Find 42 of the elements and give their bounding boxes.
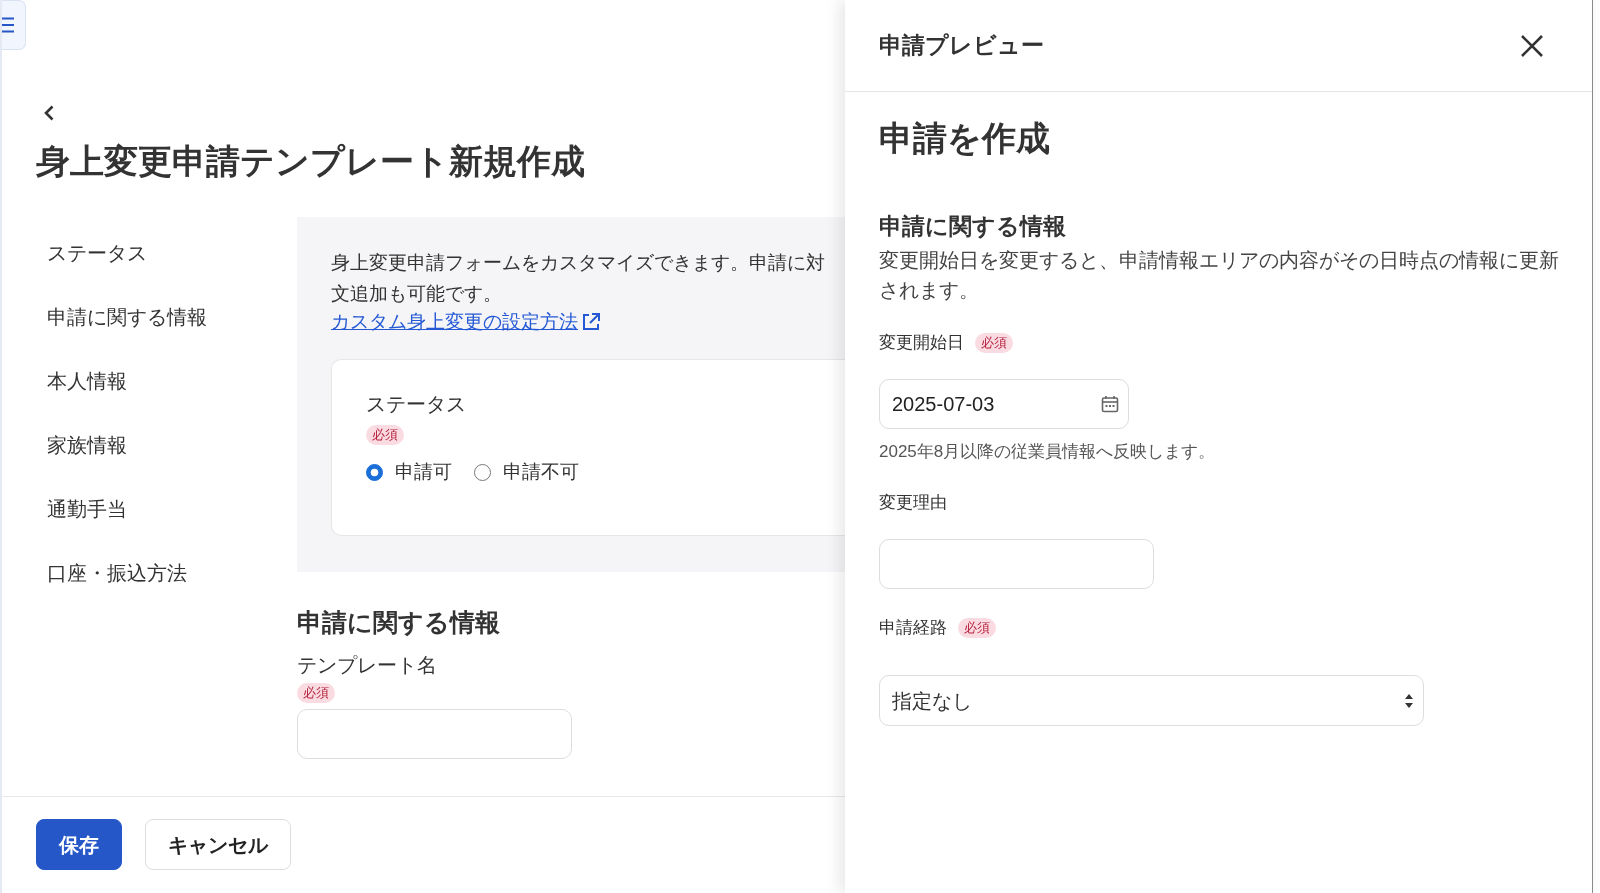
help-link[interactable]: カスタム身上変更の設定方法 <box>331 309 601 335</box>
text-field[interactable] <box>879 539 1154 589</box>
radio-button[interactable] <box>474 463 491 481</box>
drawer-title: 申請プレビュー <box>879 32 1044 59</box>
help-text: 2025年8月以降の従業員情報へ反映します。 <box>879 441 1217 463</box>
required-badge: 必須 <box>297 683 335 703</box>
close-button[interactable] <box>1520 33 1544 58</box>
intro-text: 身上変更申請フォームをカスタマイズできます。申請に対 文追加も可能です。 <box>331 251 826 306</box>
field-label: テンプレート名 <box>297 653 438 678</box>
sidebar-item[interactable]: 本人情報 <box>47 349 127 413</box>
sidebar-item[interactable]: 家族情報 <box>47 413 127 477</box>
cancel-button[interactable]: キャンセル <box>145 819 291 870</box>
radio-label[interactable]: 申請可 <box>395 459 452 485</box>
text-field[interactable] <box>297 709 572 759</box>
save-button[interactable]: 保存 <box>36 819 122 870</box>
required-badge: 必須 <box>366 425 404 445</box>
route-select[interactable]: 指定なし <box>879 675 1424 726</box>
page-title: 身上変更申請テンプレート新規作成 <box>36 141 586 181</box>
sidebar-item[interactable]: 通勤手当 <box>47 477 127 541</box>
section-heading: 申請に関する情報 <box>297 607 501 638</box>
sidebar-item[interactable]: 口座・振込方法 <box>47 541 187 605</box>
close-icon <box>1520 33 1544 58</box>
section-description: 変更開始日を変更すると、申請情報エリアの内容がその日時点の情報に更新されます。 <box>879 248 1560 303</box>
field-label: ステータス <box>366 392 467 417</box>
field-label: 申請経路 <box>879 617 947 639</box>
radio-button[interactable] <box>366 463 383 481</box>
section-heading: 申請に関する情報 <box>879 213 1067 241</box>
sort-arrows-icon <box>1405 693 1413 708</box>
sidebar-item[interactable]: 申請に関する情報 <box>47 285 207 349</box>
external-link-icon <box>581 312 601 332</box>
calendar-icon <box>1101 395 1119 413</box>
sidebar-item[interactable]: ステータス <box>47 221 147 285</box>
menu-button[interactable] <box>2 0 26 50</box>
chevron-left-icon <box>44 104 54 121</box>
date-field[interactable]: 2025-07-03 <box>879 379 1129 429</box>
required-badge: 必須 <box>958 618 996 638</box>
field-label: 変更開始日 <box>879 332 964 354</box>
field-label: 変更理由 <box>879 492 947 514</box>
menu-icon <box>2 17 14 33</box>
form-heading: 申請を作成 <box>879 118 1051 158</box>
required-badge: 必須 <box>975 333 1013 353</box>
radio-label[interactable]: 申請不可 <box>503 459 579 485</box>
